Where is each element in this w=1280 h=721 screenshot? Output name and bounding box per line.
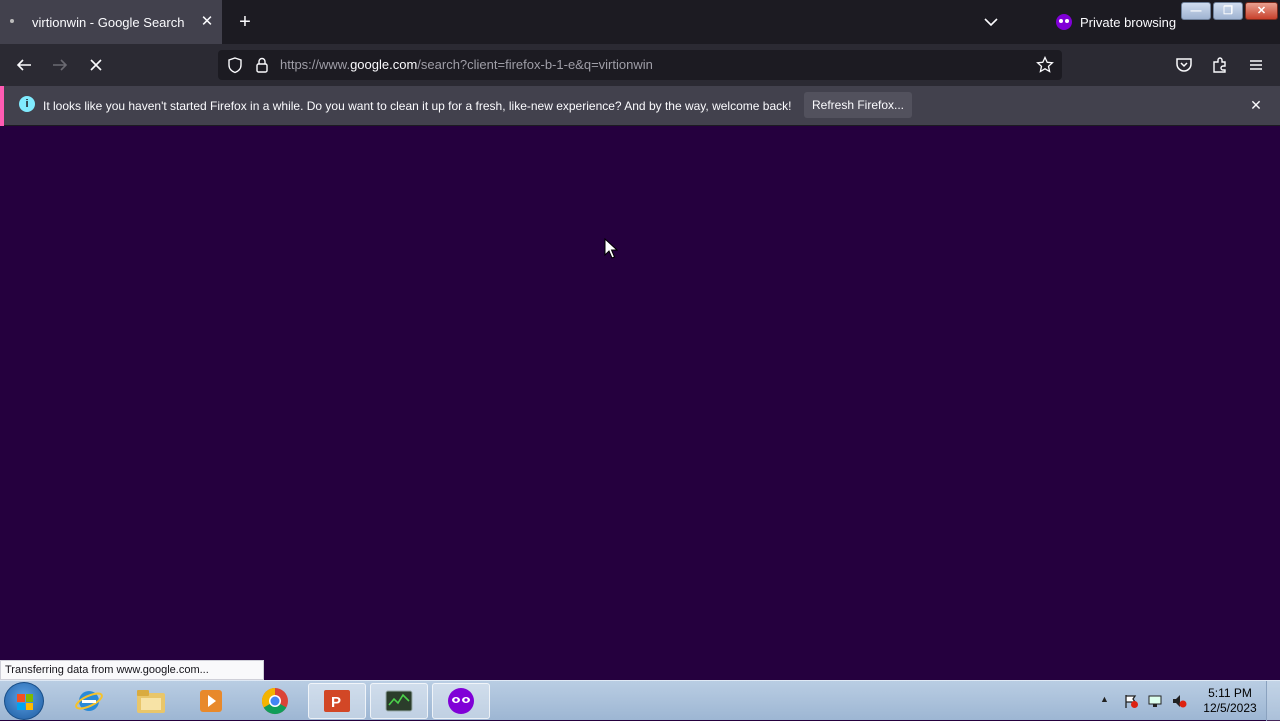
app-menu-button[interactable] — [1244, 53, 1268, 77]
extensions-button[interactable] — [1208, 53, 1232, 77]
url-bar[interactable]: https://www.google.com/search?client=fir… — [218, 50, 1062, 80]
firefox-window: virtionwin - Google Search ✕ + Private b… — [0, 0, 1280, 721]
new-tab-button[interactable]: + — [234, 11, 256, 33]
url-text[interactable]: https://www.google.com/search?client=fir… — [280, 57, 653, 72]
notification-accent — [0, 86, 4, 126]
shield-icon[interactable] — [226, 56, 244, 74]
internet-explorer-icon[interactable] — [60, 683, 118, 719]
forward-arrow-icon — [53, 59, 68, 71]
forward-button[interactable] — [48, 53, 72, 77]
private-browsing-indicator: Private browsing — [1056, 13, 1176, 31]
refresh-firefox-button[interactable]: Refresh Firefox... — [804, 92, 912, 118]
firefox-private-icon[interactable] — [432, 683, 490, 719]
private-browsing-label: Private browsing — [1080, 14, 1177, 30]
refresh-notification-bar: i It looks like you haven't started Fire… — [0, 86, 1280, 126]
action-center-flag-icon[interactable] — [1123, 693, 1139, 709]
navigation-toolbar: https://www.google.com/search?client=fir… — [0, 44, 1280, 86]
bookmark-star-icon[interactable] — [1036, 56, 1054, 74]
back-button[interactable] — [12, 53, 36, 77]
task-manager-icon[interactable] — [370, 683, 428, 719]
notification-message: It looks like you haven't started Firefo… — [43, 99, 792, 113]
loading-icon — [10, 19, 14, 23]
mouse-cursor-icon — [604, 238, 618, 259]
pocket-button[interactable] — [1172, 53, 1196, 77]
clock-time: 5:11 PM — [1208, 686, 1252, 700]
back-arrow-icon — [16, 59, 31, 71]
file-explorer-icon[interactable] — [122, 683, 180, 719]
lock-icon[interactable] — [254, 56, 270, 74]
taskbar: P ▲ 5:11 PM 12/5/2023 — [0, 680, 1280, 721]
system-clock[interactable]: 5:11 PM 12/5/2023 — [1196, 686, 1264, 716]
volume-muted-icon[interactable] — [1171, 693, 1187, 709]
windows-logo-icon — [17, 694, 33, 710]
stop-icon — [90, 59, 102, 71]
minimize-button[interactable]: — — [1181, 2, 1211, 20]
clock-date: 12/5/2023 — [1203, 701, 1257, 715]
maximize-button[interactable]: ❐ — [1213, 2, 1243, 20]
notification-close-button[interactable]: ✕ — [1246, 95, 1266, 115]
stop-button[interactable] — [84, 53, 108, 77]
close-window-button[interactable]: ✕ — [1245, 2, 1278, 20]
network-icon[interactable] — [1147, 693, 1163, 709]
close-icon: ✕ — [1256, 5, 1267, 17]
minimize-icon: — — [1190, 5, 1202, 17]
start-button[interactable] — [4, 682, 44, 720]
list-all-tabs-button[interactable] — [980, 12, 1002, 32]
tab-title: virtionwin - Google Search — [32, 15, 185, 30]
tab-close-button[interactable]: ✕ — [198, 12, 216, 32]
private-mask-icon — [1056, 14, 1072, 30]
page-content — [0, 127, 1280, 680]
status-panel: Transferring data from www.google.com... — [0, 660, 264, 680]
pocket-icon — [1176, 58, 1192, 72]
show-hidden-icons-button[interactable]: ▲ — [1100, 694, 1109, 704]
chrome-icon[interactable] — [246, 683, 304, 719]
puzzle-icon — [1213, 57, 1226, 73]
hamburger-menu-icon — [1250, 60, 1262, 70]
restore-icon: ❐ — [1223, 5, 1233, 17]
svg-text:P: P — [331, 694, 341, 711]
tab-google-search[interactable]: virtionwin - Google Search ✕ — [0, 0, 222, 44]
media-player-icon[interactable] — [182, 683, 240, 719]
info-icon: i — [19, 96, 35, 112]
chevron-down-icon — [984, 18, 998, 27]
show-desktop-button[interactable] — [1266, 681, 1280, 721]
tab-strip: virtionwin - Google Search ✕ + Private b… — [0, 0, 1280, 44]
powerpoint-icon[interactable]: P — [308, 683, 366, 719]
